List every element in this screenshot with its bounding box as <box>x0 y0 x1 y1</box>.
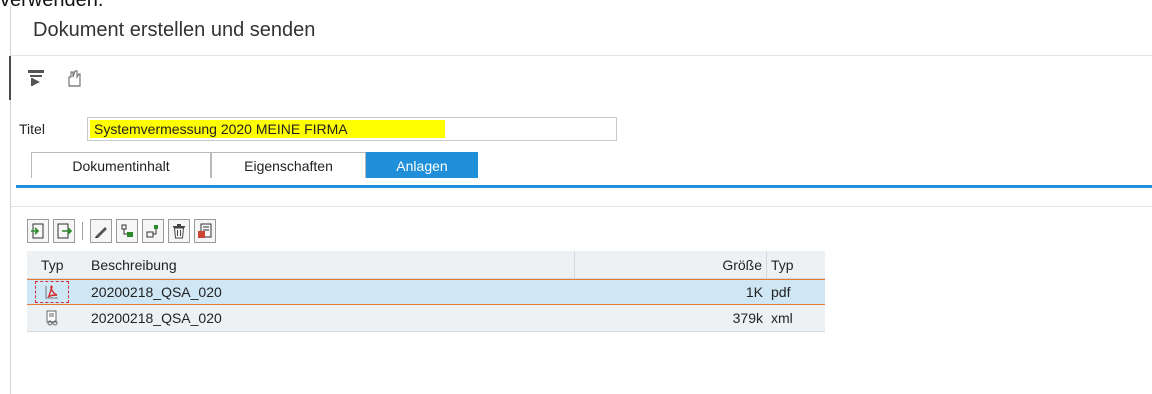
send-document-icon[interactable] <box>25 67 47 89</box>
pdf-icon[interactable] <box>35 281 69 303</box>
row-beschreibung: 20200218_QSA_020 <box>91 284 222 300</box>
table-row[interactable]: 20200218_QSA_020 1K pdf <box>27 279 825 305</box>
header-groesse[interactable]: Größe <box>575 251 767 278</box>
main-toolbar <box>9 56 1152 100</box>
attachments-table: Typ Beschreibung Größe Typ 20200218_QSA_… <box>27 251 825 332</box>
export-icon[interactable] <box>53 219 75 243</box>
xml-document-icon[interactable] <box>35 307 69 329</box>
table-bottom-border <box>27 331 825 332</box>
row-groesse: 1K <box>745 284 763 300</box>
header-typ[interactable]: Typ <box>27 251 89 278</box>
window-title: Dokument erstellen und senden <box>11 6 1152 56</box>
title-input[interactable]: Systemvermessung 2020 MEINE FIRMA <box>87 117 617 141</box>
tab-dokumentinhalt[interactable]: Dokumentinhalt <box>31 152 211 178</box>
tab-underline <box>16 185 1152 188</box>
table-row[interactable]: 20200218_QSA_020 379k xml <box>27 305 825 331</box>
row-typ: xml <box>771 310 793 326</box>
move-down-icon[interactable] <box>116 219 138 243</box>
table-header: Typ Beschreibung Größe Typ <box>27 251 825 279</box>
title-value: Systemvermessung 2020 MEINE FIRMA <box>90 120 445 138</box>
display-icon[interactable] <box>194 219 216 243</box>
header-typ-ext[interactable]: Typ <box>767 251 825 278</box>
attachments-toolbar <box>27 219 216 243</box>
attachments-panel: Typ Beschreibung Größe Typ 20200218_QSA_… <box>11 206 1152 394</box>
edit-icon[interactable] <box>90 219 112 243</box>
row-beschreibung: 20200218_QSA_020 <box>91 310 222 326</box>
tab-eigenschaften[interactable]: Eigenschaften <box>211 152 366 178</box>
title-label: Titel <box>19 121 45 137</box>
attach-document-icon[interactable] <box>63 67 85 89</box>
header-beschreibung[interactable]: Beschreibung <box>89 251 575 278</box>
import-icon[interactable] <box>27 219 49 243</box>
tab-anlagen[interactable]: Anlagen <box>366 152 478 178</box>
toolbar-separator <box>82 222 83 240</box>
row-groesse: 379k <box>732 310 763 326</box>
delete-icon[interactable] <box>168 219 190 243</box>
move-up-icon[interactable] <box>142 219 164 243</box>
row-typ: pdf <box>771 284 791 300</box>
title-row: Titel Systemvermessung 2020 MEINE FIRMA <box>11 116 617 142</box>
create-send-document-window: Dokument erstellen und senden Titel Syst… <box>9 6 1152 394</box>
tab-strip: Dokumentinhalt Eigenschaften Anlagen <box>31 152 478 180</box>
